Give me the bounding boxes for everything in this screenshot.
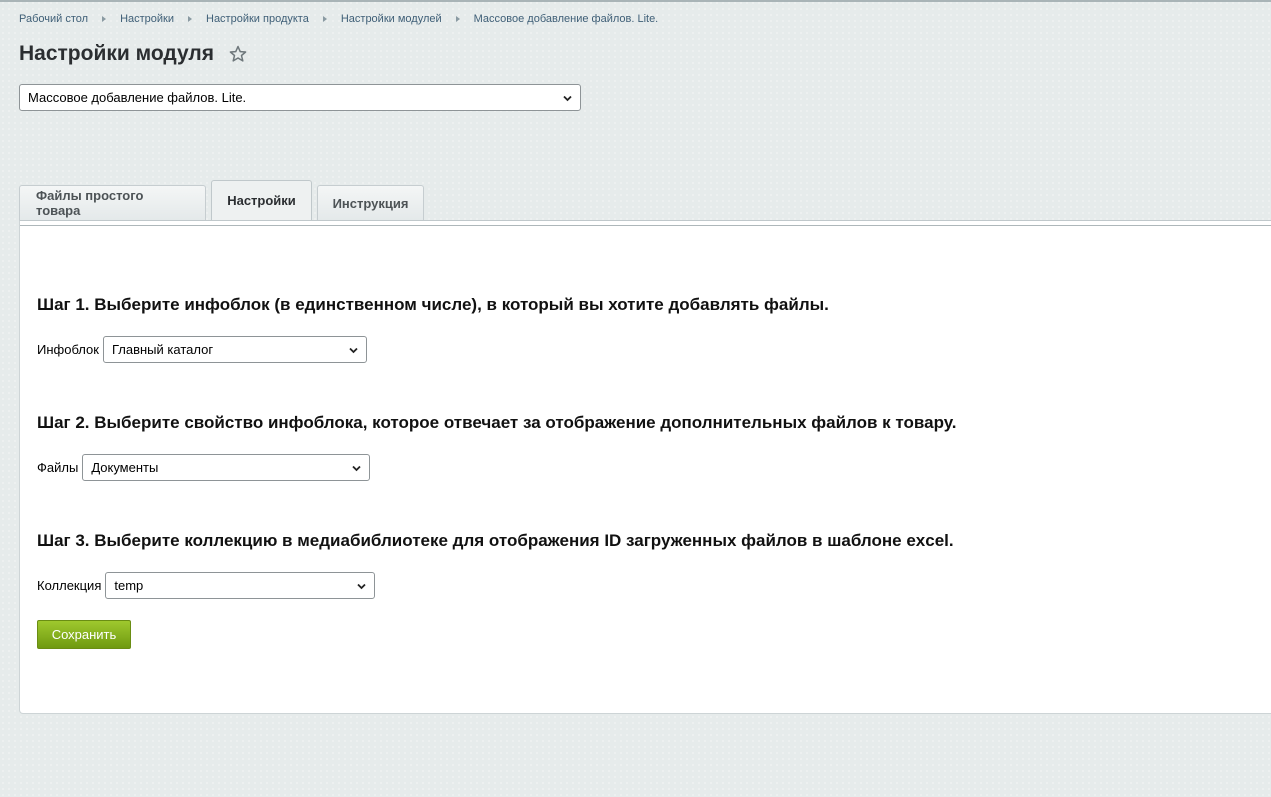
files-field-row: Файлы Документы xyxy=(37,454,371,481)
breadcrumb-arrow-icon xyxy=(322,16,327,22)
chevron-down-icon xyxy=(563,95,572,101)
files-label: Файлы xyxy=(37,460,79,475)
breadcrumb-arrow-icon xyxy=(102,16,107,22)
step-3-heading: Шаг 3. Выберите коллекцию в медиабиблиот… xyxy=(37,531,954,550)
breadcrumb-item-product-settings[interactable]: Настройки продукта xyxy=(206,13,309,25)
breadcrumb-item-module-settings[interactable]: Настройки модулей xyxy=(341,13,442,25)
breadcrumb-item-desktop[interactable]: Рабочий стол xyxy=(19,13,88,25)
tab-instructions[interactable]: Инструкция xyxy=(317,185,424,220)
breadcrumb: Рабочий стол Настройки Настройки продукт… xyxy=(19,13,658,25)
iblock-select[interactable]: Главный каталог xyxy=(102,336,367,363)
iblock-field-row: Инфоблок Главный каталог xyxy=(37,336,367,363)
tab-content-panel: Шаг 1. Выберите инфоблок (в единственном… xyxy=(19,220,1271,714)
tab-label: Настройки xyxy=(227,193,296,208)
tab-label: Инструкция xyxy=(332,195,409,211)
tab-label: Файлы простого товара xyxy=(36,188,144,218)
breadcrumb-arrow-icon xyxy=(455,16,460,22)
star-outline-icon[interactable] xyxy=(228,44,248,64)
iblock-select-value: Главный каталог xyxy=(111,342,214,357)
collection-label: Коллекция xyxy=(37,578,102,593)
chevron-down-icon xyxy=(357,583,366,589)
breadcrumb-item-settings[interactable]: Настройки xyxy=(120,13,174,25)
files-property-select-value: Документы xyxy=(91,460,159,475)
files-property-select[interactable]: Документы xyxy=(82,454,371,481)
module-select[interactable]: Массовое добавление файлов. Lite. xyxy=(19,84,581,111)
iblock-label: Инфоблок xyxy=(37,342,99,357)
tab-bar: Файлы простого товара Настройки Инструкц… xyxy=(19,180,429,220)
collection-select[interactable]: temp xyxy=(105,572,376,599)
module-select-wrapper: Массовое добавление файлов. Lite. xyxy=(19,84,581,111)
breadcrumb-arrow-icon xyxy=(188,16,192,22)
step-1-heading: Шаг 1. Выберите инфоблок (в единственном… xyxy=(37,295,829,314)
collection-field-row: Коллекция temp xyxy=(37,572,376,599)
page-title-text: Настройки модуля xyxy=(19,42,215,65)
step-2-heading: Шаг 2. Выберите свойство инфоблока, кото… xyxy=(37,413,957,432)
page-title: Настройки модуля xyxy=(19,42,248,66)
save-button[interactable]: Сохранить xyxy=(37,620,131,649)
chevron-down-icon xyxy=(352,465,361,471)
tab-simple-product-files[interactable]: Файлы простого товара xyxy=(19,185,206,220)
chevron-down-icon xyxy=(349,347,358,353)
module-select-value: Массовое добавление файлов. Lite. xyxy=(28,90,247,105)
breadcrumb-item-current-module[interactable]: Массовое добавление файлов. Lite. xyxy=(474,13,659,25)
collection-select-value: temp xyxy=(114,578,144,593)
tab-settings[interactable]: Настройки xyxy=(211,180,312,220)
